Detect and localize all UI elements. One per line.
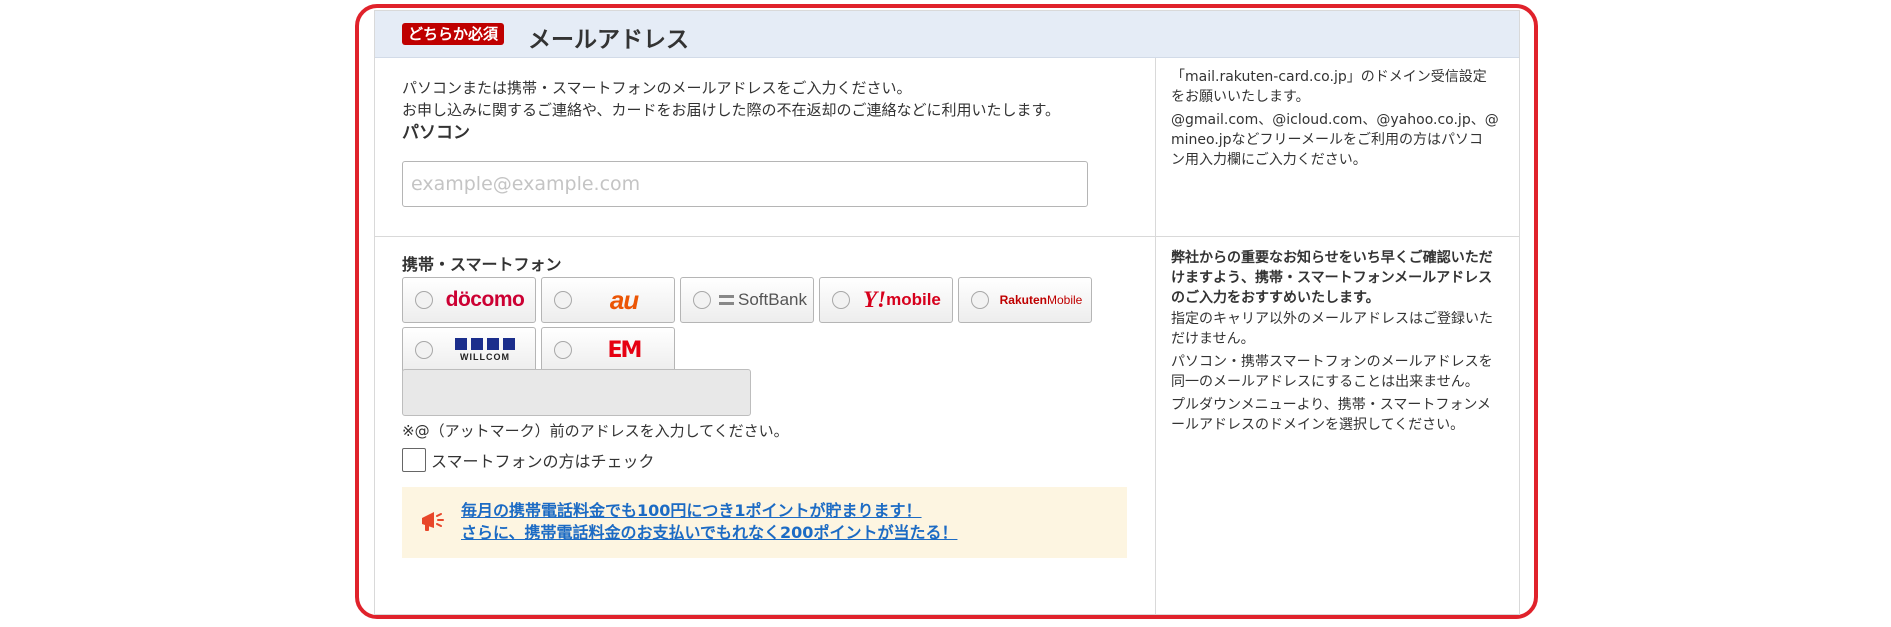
carrier-option-willcom[interactable]: WILLCOM: [402, 327, 536, 373]
pc-email-row: パソコンまたは携帯・スマートフォンのメールアドレスをご入力ください。 お申し込み…: [375, 58, 1519, 237]
radio-button[interactable]: [415, 291, 433, 309]
section-title: メールアドレス: [528, 27, 689, 53]
pc-email-input[interactable]: [402, 161, 1088, 207]
help-line: mineo.jpなどフリーメールをご利用の方はパソコ: [1171, 132, 1483, 148]
help-line: けますよう、携帯・スマートフォンメールアドレス: [1171, 270, 1493, 286]
pc-description: パソコンまたは携帯・スマートフォンのメールアドレスをご入力ください。 お申し込み…: [402, 77, 1060, 121]
ymobile-logo-text: mobile: [886, 290, 941, 309]
willcom-logo: WILLCOM: [441, 328, 529, 372]
radio-button[interactable]: [554, 341, 572, 359]
ymobile-logo-mark: Y!: [863, 287, 887, 312]
mobile-help-domain: プルダウンメニューより、携帯・スマートフォンメ ールアドレスのドメインを選択して…: [1171, 395, 1511, 435]
address-note: ※@（アットマーク）前のアドレスを入力してください。: [402, 422, 789, 440]
help-line: パソコン・携帯スマートフォンのメールアドレスを: [1171, 354, 1493, 370]
rakuten-logo-text: Rakuten: [999, 293, 1047, 307]
carrier-option-au[interactable]: au: [541, 277, 675, 323]
docomo-logo: döcomo: [445, 288, 525, 311]
radio-button[interactable]: [693, 291, 711, 309]
help-line: ン用入力欄にご入力ください。: [1171, 152, 1367, 168]
section-header: どちらか必須 メールアドレス: [375, 11, 1519, 58]
help-line: 指定のキャリア以外のメールアドレスはご登録いた: [1171, 311, 1493, 327]
carrier-option-em[interactable]: EM: [541, 327, 675, 373]
promo-link-points[interactable]: 毎月の携帯電話料金でも100円につき1ポイントが貯まります！: [461, 497, 922, 521]
points-promo-banner: 毎月の携帯電話料金でも100円につき1ポイントが貯まります！ さらに、携帯電話料…: [402, 487, 1127, 558]
smartphone-check-row[interactable]: スマートフォンの方はチェック: [402, 448, 655, 472]
willcom-mark-icon: [455, 338, 515, 350]
rakuten-mobile-logo: Rakuten Mobile: [997, 278, 1085, 322]
pc-description-line: パソコンまたは携帯・スマートフォンのメールアドレスをご入力ください。: [402, 79, 912, 97]
radio-button[interactable]: [415, 341, 433, 359]
softbank-logo: SoftBank: [719, 278, 807, 322]
softbank-logo-text: SoftBank: [738, 290, 807, 309]
mobile-email-label: 携帯・スマートフォン: [402, 255, 562, 274]
ymobile-logo: Y! mobile: [858, 278, 946, 322]
mobile-email-main: 携帯・スマートフォン döcomo au SoftBank Y! mobile …: [375, 237, 1155, 615]
carrier-option-rakuten-mobile[interactable]: Rakuten Mobile: [958, 277, 1092, 323]
carrier-option-softbank[interactable]: SoftBank: [680, 277, 814, 323]
promo-link-campaign[interactable]: さらに、携帯電話料金のお支払いでもれなく200ポイントが当たる！: [461, 519, 957, 543]
pc-help-text: 「mail.rakuten-card.co.jp」のドメイン受信設定 をお願いい…: [1171, 67, 1511, 107]
willcom-logo-text: WILLCOM: [460, 352, 510, 362]
help-line: @gmail.com、@icloud.com、@yahoo.co.jp、@: [1171, 112, 1499, 128]
help-line: をお願いいたします。: [1171, 89, 1310, 105]
help-line: 同一のメールアドレスにすることは出来ません。: [1171, 374, 1479, 390]
rakuten-logo-sub: Mobile: [1046, 293, 1083, 307]
help-line: 「mail.rakuten-card.co.jp」のドメイン受信設定: [1171, 69, 1487, 85]
megaphone-icon: [422, 512, 444, 531]
pc-email-main: パソコンまたは携帯・スマートフォンのメールアドレスをご入力ください。 お申し込み…: [375, 58, 1155, 236]
carrier-option-docomo[interactable]: döcomo: [402, 277, 536, 323]
smartphone-checkbox-label[interactable]: スマートフォンの方はチェック: [431, 448, 655, 472]
help-line: 弊社からの重要なお知らせをいち早くご確認いただ: [1171, 250, 1493, 266]
mobile-help-recommend: 弊社からの重要なお知らせをいち早くご確認いただ けますよう、携帯・スマートフォン…: [1171, 248, 1511, 308]
pc-description-line: お申し込みに関するご連絡や、カードをお届けした際の不在返却のご連絡などに利用いた…: [402, 101, 1061, 119]
pc-email-label: パソコン: [402, 123, 470, 143]
mobile-help-carrier: 指定のキャリア以外のメールアドレスはご登録いた だけません。: [1171, 309, 1511, 349]
mobile-email-input-disabled[interactable]: [402, 369, 751, 416]
mobile-help-same-address: パソコン・携帯スマートフォンのメールアドレスを 同一のメールアドレスにすることは…: [1171, 352, 1511, 392]
pc-free-mail-note: @gmail.com、@icloud.com、@yahoo.co.jp、@ mi…: [1171, 110, 1511, 170]
email-section: どちらか必須 メールアドレス パソコンまたは携帯・スマートフォンのメールアドレス…: [374, 10, 1520, 615]
radio-button[interactable]: [832, 291, 850, 309]
softbank-mark-icon: [719, 295, 734, 305]
required-badge: どちらか必須: [402, 23, 505, 45]
mobile-email-row: 携帯・スマートフォン döcomo au SoftBank Y! mobile …: [375, 237, 1519, 615]
radio-button[interactable]: [554, 291, 572, 309]
help-line: のご入力をおすすめいたします。: [1171, 290, 1380, 306]
radio-button[interactable]: [971, 291, 989, 309]
carrier-option-ymobile[interactable]: Y! mobile: [819, 277, 953, 323]
help-line: ールアドレスのドメインを選択してください。: [1171, 417, 1465, 433]
au-logo: au: [609, 284, 639, 315]
mobile-email-help: 弊社からの重要なお知らせをいち早くご確認いただ けますよう、携帯・スマートフォン…: [1155, 237, 1520, 615]
smartphone-checkbox[interactable]: [402, 448, 426, 472]
pc-email-help: 「mail.rakuten-card.co.jp」のドメイン受信設定 をお願いい…: [1155, 58, 1520, 236]
help-line: プルダウンメニューより、携帯・スマートフォンメ: [1171, 397, 1491, 413]
help-line: だけません。: [1171, 331, 1255, 347]
em-logo: EM: [607, 337, 643, 363]
